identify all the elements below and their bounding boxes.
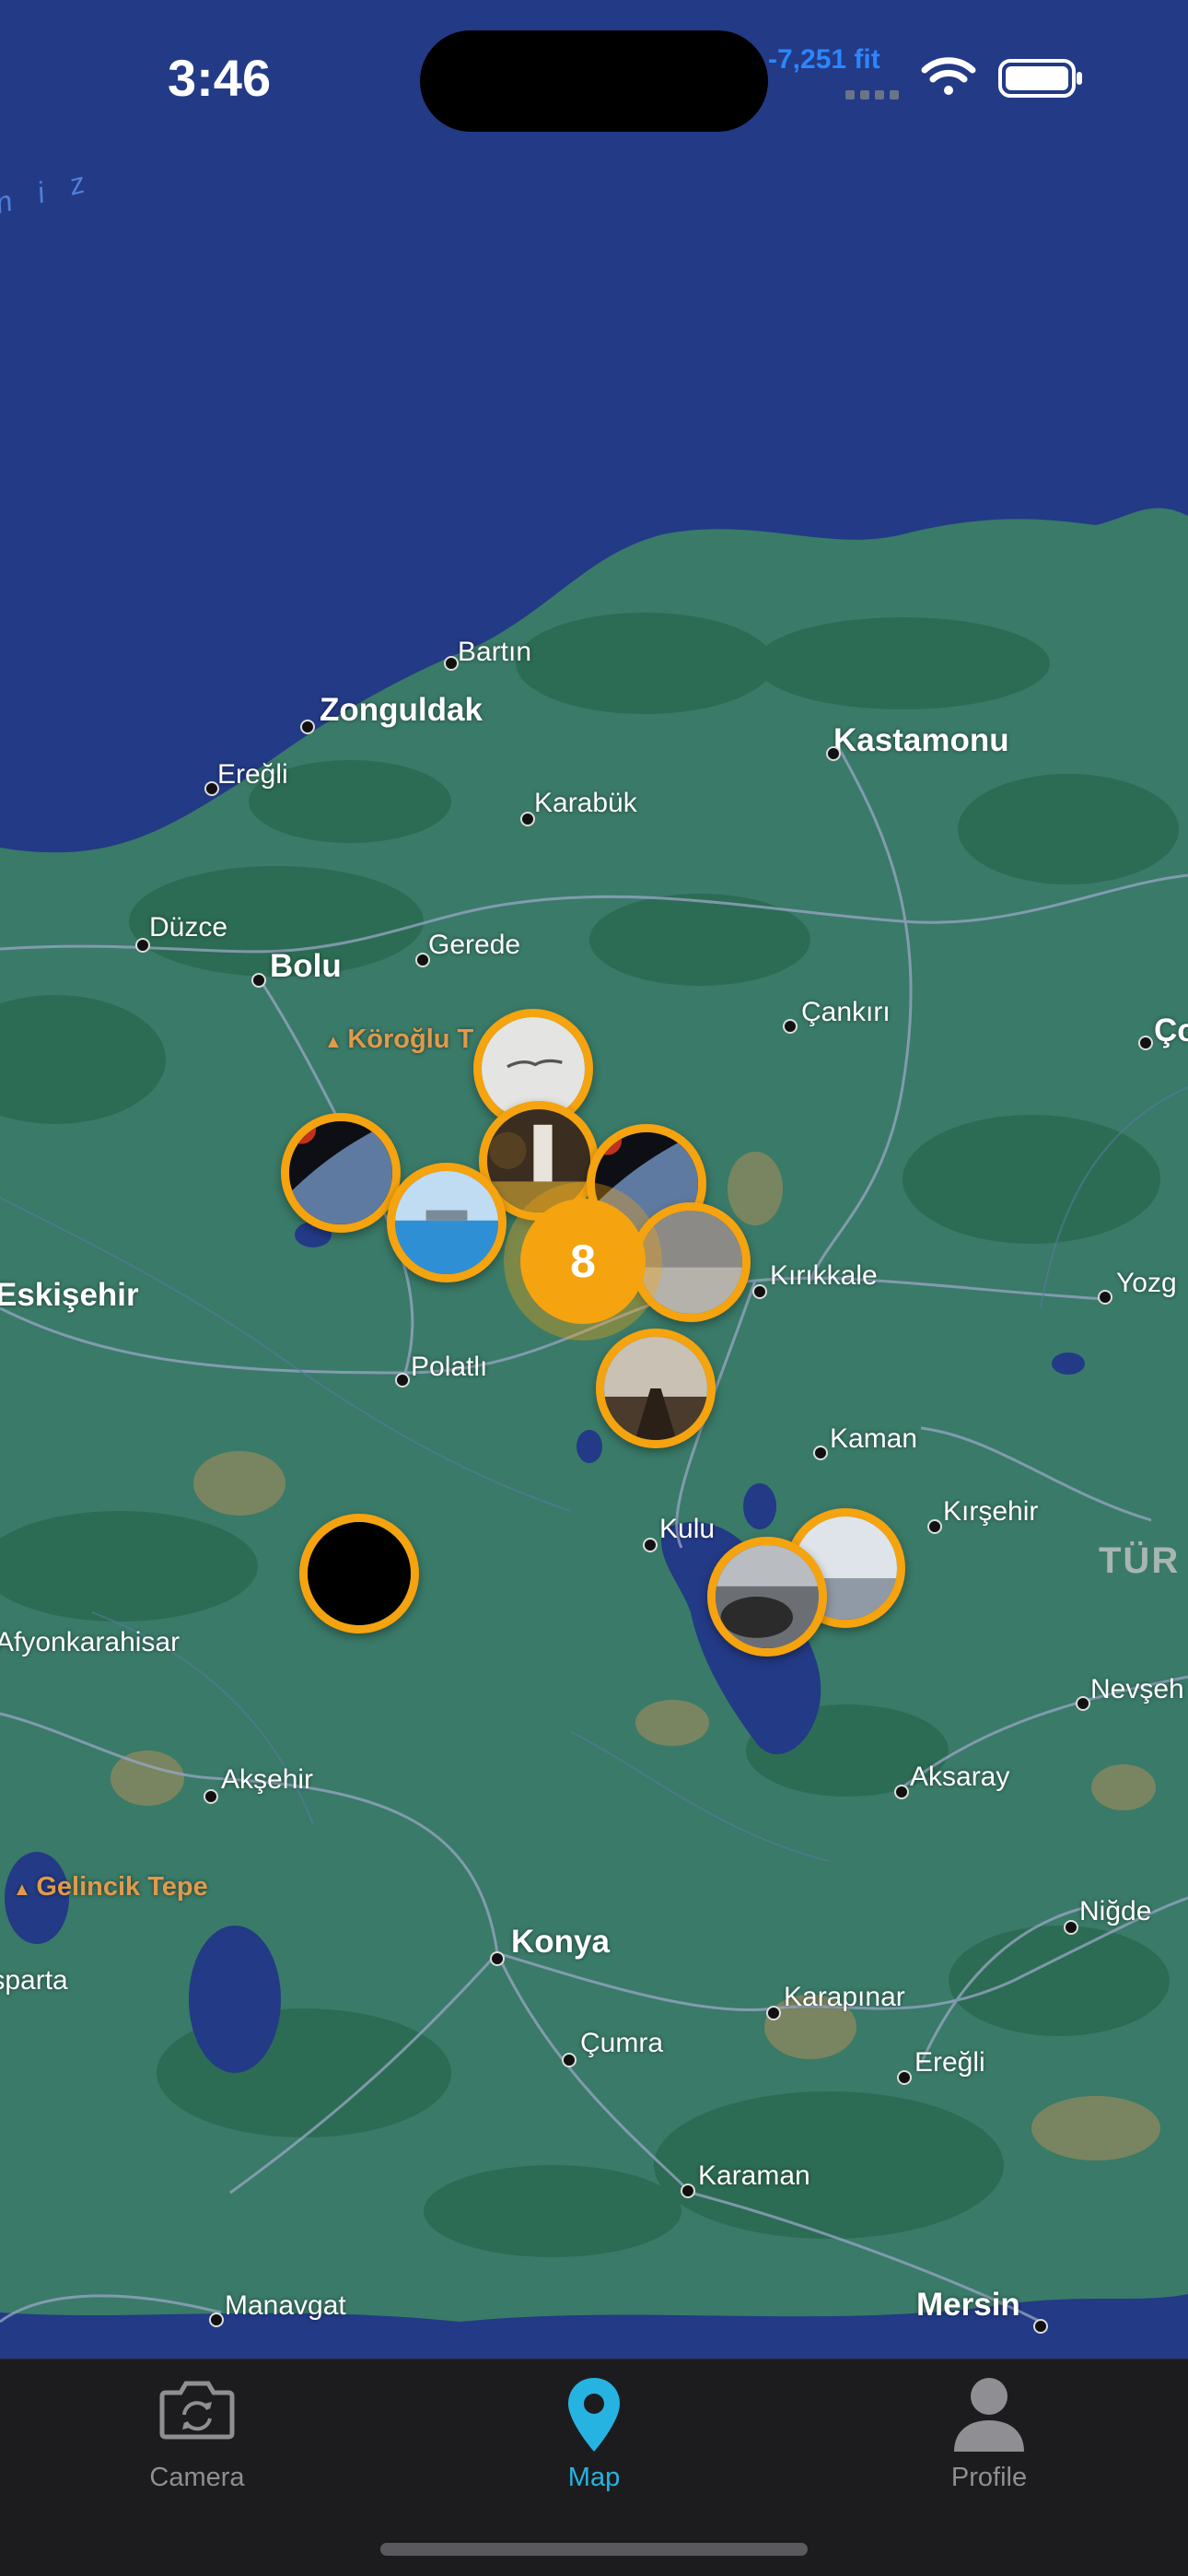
city-label: Kaman xyxy=(830,1423,918,1454)
tab-profile[interactable]: Profile xyxy=(851,2359,1127,2516)
city-label: Niğde xyxy=(1079,1896,1152,1926)
photo-pin-coast[interactable] xyxy=(387,1163,507,1282)
city-dot-icon xyxy=(894,1785,909,1799)
map-pin-icon xyxy=(568,2378,620,2452)
status-bar: 3:46 -7,251 fit xyxy=(0,0,1188,157)
battery-icon xyxy=(998,59,1082,98)
city-label: Çankırı xyxy=(801,997,891,1027)
city-dot-icon xyxy=(927,1519,942,1534)
photo-pin-dark[interactable] xyxy=(299,1514,419,1633)
photo-thumbnail xyxy=(716,1545,819,1648)
city-dot-icon xyxy=(415,953,430,967)
region-label: TÜR xyxy=(1099,1540,1181,1581)
city-dot-icon xyxy=(251,973,266,988)
city-dot-icon xyxy=(752,1284,767,1299)
photo-thumbnail xyxy=(395,1171,498,1274)
city-dot-icon xyxy=(490,1951,505,1966)
peak-name: Gelincik Tepe xyxy=(36,1872,208,1902)
tab-map-label: Map xyxy=(567,2463,621,2492)
city-label: Düzce xyxy=(149,912,228,943)
city-label: Aksaray xyxy=(910,1762,1010,1792)
photo-pin-rocks[interactable] xyxy=(707,1537,827,1657)
city-dot-icon xyxy=(444,656,459,671)
city-dot-icon xyxy=(562,2053,577,2067)
city-label: Akşehir xyxy=(221,1764,314,1795)
city-dot-icon xyxy=(1138,1036,1153,1050)
altitude-readout: -7,251 fit xyxy=(768,44,880,75)
city-label: Kulu xyxy=(659,1514,716,1544)
city-label: Isparta xyxy=(0,1965,68,1996)
city-label: Eskişehir xyxy=(0,1277,139,1313)
city-label: Afyonkarahisar xyxy=(0,1627,181,1657)
city-label: Kırıkkale xyxy=(770,1260,878,1291)
signal-dots-icon xyxy=(845,88,904,104)
city-label: Kırşehir xyxy=(943,1496,1039,1527)
city-label: Gerede xyxy=(428,930,521,960)
status-time: 3:46 xyxy=(168,49,272,107)
city-dot-icon xyxy=(766,2006,781,2020)
photo-thumbnail xyxy=(289,1121,392,1224)
city-dot-icon xyxy=(1064,1920,1078,1935)
city-label: Mersin xyxy=(916,2287,1020,2323)
city-label: Ereğli xyxy=(914,2047,985,2078)
city-label: Konya xyxy=(511,1924,610,1960)
peak-icon: ▲ xyxy=(324,1032,348,1052)
city-label: Karabük xyxy=(534,788,637,818)
tab-profile-label: Profile xyxy=(950,2463,1028,2492)
tab-camera[interactable]: Camera xyxy=(59,2359,335,2516)
tab-map[interactable]: Map xyxy=(456,2359,732,2516)
city-dot-icon xyxy=(813,1446,828,1460)
city-dot-icon xyxy=(395,1373,410,1388)
camera-rotate-icon xyxy=(159,2381,235,2440)
city-dot-icon xyxy=(1098,1290,1112,1305)
photo-pin-planet-1[interactable] xyxy=(281,1113,401,1233)
city-label: Karaman xyxy=(698,2160,810,2191)
city-dot-icon xyxy=(897,2070,912,2085)
city-dot-icon xyxy=(826,746,841,761)
city-dot-icon xyxy=(1033,2319,1048,2334)
person-icon xyxy=(954,2378,1024,2452)
city-label: Zonguldak xyxy=(320,692,483,728)
city-label: Yozg xyxy=(1116,1268,1177,1298)
city-label: Nevşeh xyxy=(1090,1674,1184,1704)
city-dot-icon xyxy=(204,1789,218,1804)
city-label: Ereğli xyxy=(217,759,288,790)
photo-thumbnail xyxy=(308,1522,411,1625)
city-dot-icon xyxy=(300,720,315,734)
wifi-icon xyxy=(921,57,976,95)
city-dot-icon xyxy=(209,2313,224,2327)
city-dot-icon xyxy=(643,1538,658,1552)
peak-icon: ▲ xyxy=(13,1879,37,1900)
map-screen: 3:46 -7,251 fit Bartın Zonguldak Kastamonu… xyxy=(0,0,1188,2576)
home-indicator xyxy=(380,2543,808,2556)
city-dot-icon xyxy=(1076,1696,1090,1711)
city-label: Bartın xyxy=(458,637,532,667)
tab-camera-label: Camera xyxy=(149,2463,245,2492)
city-label: Karapınar xyxy=(784,1982,905,2012)
city-dot-icon xyxy=(204,781,219,796)
city-dot-icon xyxy=(681,2184,695,2198)
photo-pin-pier[interactable] xyxy=(596,1329,716,1448)
city-label: Manavgat xyxy=(225,2290,346,2321)
photo-cluster-badge[interactable]: 8 xyxy=(520,1199,646,1324)
city-label: Bolu xyxy=(270,948,342,984)
dynamic-island xyxy=(420,30,768,132)
city-label: Ço xyxy=(1154,1013,1188,1048)
city-label: Çumra xyxy=(580,2028,664,2058)
city-label: Polatlı xyxy=(411,1352,488,1382)
city-dot-icon xyxy=(520,812,535,826)
peak-label: ▲ Köroğlu T xyxy=(324,1025,473,1055)
peak-label: ▲ Gelincik Tepe xyxy=(13,1872,208,1903)
city-label: Kastamonu xyxy=(833,722,1009,758)
peak-name: Köroğlu T xyxy=(347,1025,474,1054)
photo-thumbnail xyxy=(604,1337,707,1440)
city-dot-icon xyxy=(135,938,150,953)
city-dot-icon xyxy=(783,1019,798,1034)
